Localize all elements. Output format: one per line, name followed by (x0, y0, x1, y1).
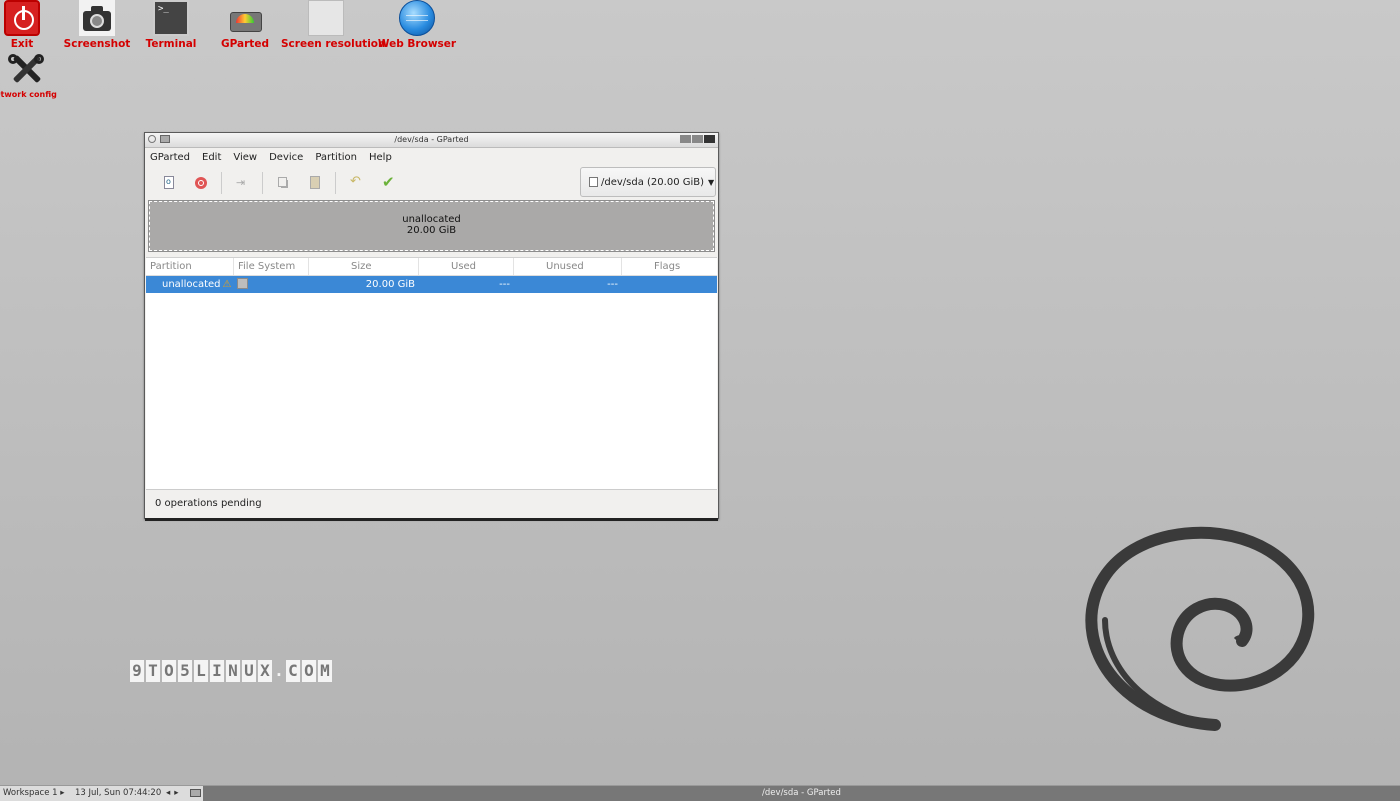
watermark: 9TO5LINUX.COM (130, 660, 332, 682)
minimize-button[interactable] (680, 135, 691, 143)
terminal-icon: >_ (153, 0, 189, 36)
watermark-char: . (274, 661, 284, 680)
workspace-label: Workspace 1 (3, 788, 58, 798)
device-selector-label: /dev/sda (20.00 GiB) (601, 176, 705, 188)
desktop-icon-label: GParted (221, 38, 269, 50)
menu-device[interactable]: Device (269, 152, 303, 163)
copy-icon (278, 177, 287, 187)
taskbar: Workspace 1 ▸ 13 Jul, Sun 07:44:20 ◂▸ /d… (0, 785, 1400, 801)
device-selector[interactable]: /dev/sda (20.00 GiB) ▼ (580, 167, 716, 197)
menu-partition[interactable]: Partition (315, 152, 357, 163)
copy-button[interactable] (272, 172, 294, 194)
watermark-char: M (318, 660, 332, 682)
chevron-down-icon: ▼ (708, 177, 715, 187)
monitor-icon (308, 0, 344, 36)
filesystem-color-icon (237, 277, 248, 289)
desktop-icon-label: Screen resolution (281, 38, 386, 50)
close-button[interactable] (704, 135, 715, 143)
watermark-char: T (146, 660, 160, 682)
watermark-char: U (242, 660, 256, 682)
desktop-icon-screen-resolution[interactable]: Screen resolution (281, 0, 386, 50)
partition-name: unallocated (162, 279, 221, 290)
camera-icon (79, 0, 115, 36)
cell-flags (622, 276, 717, 293)
power-icon (4, 0, 40, 36)
menu-view[interactable]: View (233, 152, 257, 163)
globe-icon (399, 0, 435, 36)
check-icon: ✔ (382, 173, 395, 191)
cell-partition: unallocated ⚠ (146, 276, 234, 293)
cell-used: --- (499, 279, 510, 290)
disk-map-size: 20.00 GiB (406, 225, 457, 236)
table-header: Partition File System Size Used Unused F… (146, 258, 717, 276)
terminal-icon-glyph: >_ (158, 4, 169, 14)
maximize-button[interactable] (692, 135, 703, 143)
resize-icon: ⇥ (236, 176, 246, 189)
taskbar-task-gparted[interactable]: /dev/sda - GParted (203, 786, 1400, 801)
toolbar: ⇥ ↶ ✔ /dev/sda (20.00 GiB) ▼ (145, 166, 718, 200)
column-header-partition[interactable]: Partition (146, 258, 234, 275)
column-header-size[interactable]: Size (309, 258, 419, 275)
toolbar-separator (335, 172, 336, 194)
paste-button[interactable] (304, 172, 326, 194)
warning-icon: ⚠ (222, 279, 232, 290)
column-header-filesystem[interactable]: File System (234, 258, 309, 275)
gparted-window: /dev/sda - GParted GParted Edit View Dev… (144, 132, 719, 521)
task-scroll-arrows[interactable]: ◂▸ (166, 788, 183, 798)
partition-table: Partition File System Size Used Unused F… (146, 257, 717, 490)
watermark-char: 5 (178, 660, 192, 682)
clock: 13 Jul, Sun 07:44:20 (75, 788, 162, 798)
column-header-unused[interactable]: Unused (514, 258, 622, 275)
disk-icon (589, 177, 598, 187)
watermark-char: 9 (130, 660, 144, 682)
window-title: /dev/sda - GParted (394, 135, 469, 144)
watermark-char: I (210, 660, 224, 682)
column-header-flags[interactable]: Flags (622, 258, 717, 275)
cell-size: 20.00 GiB (365, 279, 415, 290)
undo-icon: ↶ (350, 174, 361, 189)
title-bar[interactable]: /dev/sda - GParted (145, 133, 718, 148)
window-shadow (145, 518, 718, 521)
delete-icon (195, 177, 207, 189)
watermark-char: O (302, 660, 316, 682)
cell-unused: --- (607, 279, 618, 290)
watermark-char: X (258, 660, 272, 682)
disk-map-label: unallocated (402, 214, 461, 225)
debian-swirl-logo (1085, 526, 1315, 731)
watermark-char: O (162, 660, 176, 682)
menu-help[interactable]: Help (369, 152, 392, 163)
disk-map[interactable]: unallocated 20.00 GiB (148, 200, 715, 252)
cell-filesystem: unallocated (234, 276, 309, 307)
watermark-char: C (286, 660, 300, 682)
gparted-icon (227, 0, 263, 36)
menu-bar: GParted Edit View Device Partition Help (145, 148, 718, 166)
undo-button[interactable]: ↶ (345, 172, 367, 194)
workspace-switcher[interactable]: Workspace 1 ▸ (3, 788, 65, 798)
apply-button[interactable]: ✔ (377, 172, 399, 194)
paste-icon (310, 176, 320, 189)
desktop-icon-label: etwork config (0, 90, 57, 99)
watermark-char: N (226, 660, 240, 682)
menu-edit[interactable]: Edit (202, 152, 221, 163)
desktop-icon-network-config[interactable]: etwork config (0, 52, 71, 99)
menu-gparted[interactable]: GParted (150, 152, 190, 163)
column-header-used[interactable]: Used (419, 258, 514, 275)
desktop-icon-gparted[interactable]: GParted (200, 0, 290, 50)
new-partition-icon (164, 176, 174, 189)
filesystem-name: unallocated (237, 296, 296, 307)
window-list-icon[interactable] (190, 789, 201, 797)
resize-move-button[interactable]: ⇥ (231, 172, 253, 194)
desktop-icon-label: Web Browser (377, 38, 457, 50)
delete-partition-button[interactable] (190, 172, 212, 194)
table-row[interactable]: unallocated ⚠ unallocated 20.00 GiB --- -… (146, 276, 717, 307)
desktop-icon-web-browser[interactable]: Web Browser (372, 0, 462, 50)
toolbar-separator (221, 172, 222, 194)
toolbar-separator (262, 172, 263, 194)
watermark-char: L (194, 660, 208, 682)
status-bar: 0 operations pending (146, 489, 717, 518)
tools-icon (8, 52, 44, 88)
new-partition-button[interactable] (158, 172, 180, 194)
